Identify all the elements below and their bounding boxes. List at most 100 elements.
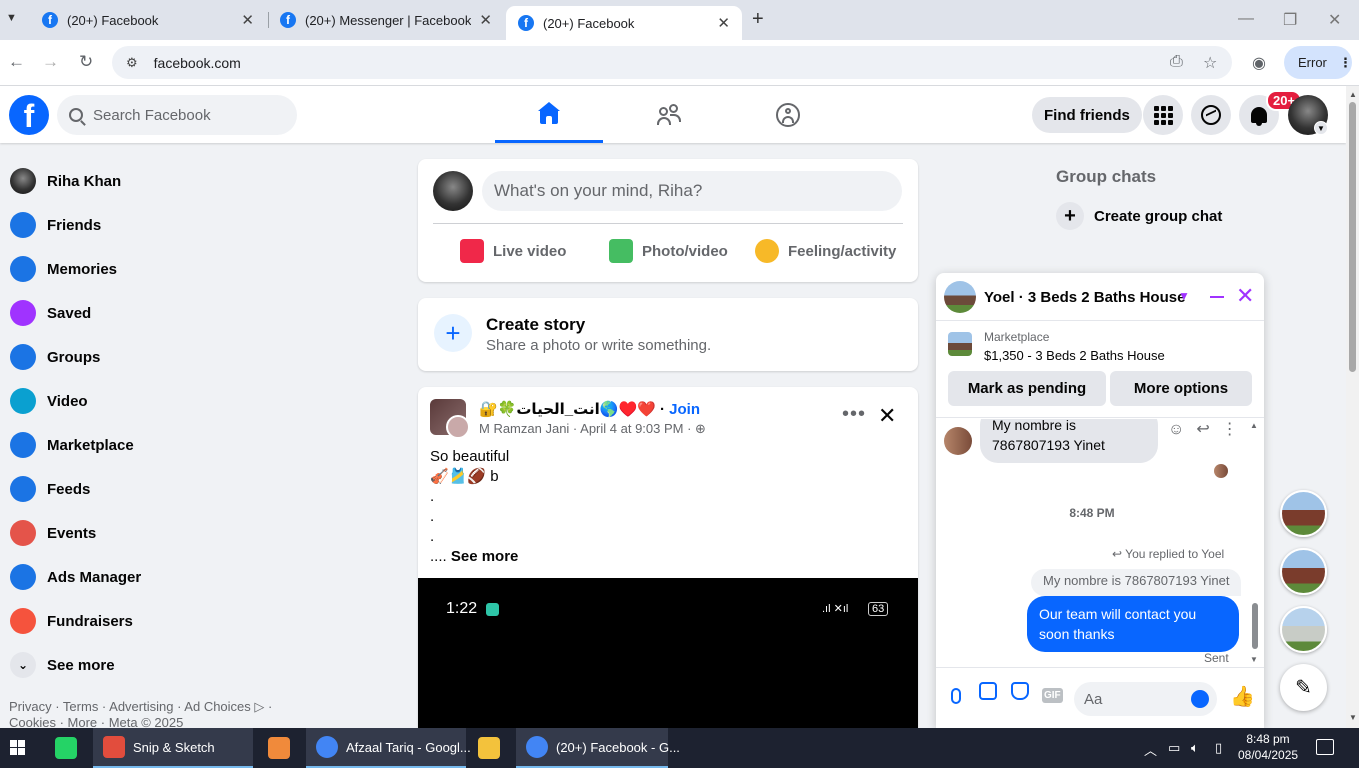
tab-friends[interactable] [615, 86, 723, 143]
menu-button[interactable] [1143, 95, 1183, 135]
error-button[interactable]: Error ⋮ [1284, 46, 1352, 79]
sidebar-item-events[interactable]: Events [0, 511, 300, 555]
sidebar-item-ads-manager[interactable]: Ads Manager [0, 555, 300, 599]
chat-head-bubble[interactable] [1280, 606, 1327, 653]
listing-title[interactable]: $1,350 - 3 Beds 2 Baths House [984, 348, 1165, 363]
tab-list-dropdown-icon[interactable]: ▼ [6, 12, 17, 24]
chat-avatar[interactable] [944, 281, 976, 313]
page-scrollbar[interactable]: ▲ ▼ [1346, 86, 1359, 728]
sidebar-item-fundraisers[interactable]: Fundraisers [0, 599, 300, 643]
author-avatar[interactable] [446, 415, 470, 439]
browser-tab-1[interactable]: f (20+) Facebook ✕ [30, 0, 266, 40]
incoming-message[interactable]: My nombre is 7867807193 Yinet [980, 419, 1158, 463]
whats-on-your-mind-input[interactable]: What's on your mind, Riha? [482, 171, 902, 211]
footer-links[interactable]: Privacy · Terms · Advertising · Ad Choic… [9, 699, 289, 731]
tab-groups[interactable] [734, 86, 842, 143]
tab-home[interactable] [495, 86, 603, 143]
sidebar-item-riha-khan[interactable]: Riha Khan [0, 159, 300, 203]
action-center-icon[interactable] [1316, 739, 1334, 755]
sidebar-item-memories[interactable]: Memories [0, 247, 300, 291]
mark-as-pending-button[interactable]: Mark as pending [948, 371, 1106, 406]
thumbs-up-icon[interactable]: 👍 [1230, 684, 1255, 709]
post-group-name[interactable]: 🔐🍀انت_الحيات🌎♥️❤️ · Join [479, 400, 700, 418]
message-input[interactable] [1084, 690, 1180, 708]
tab-close-icon[interactable]: ✕ [241, 11, 254, 29]
volume-icon[interactable]: 🔈︎ [1191, 740, 1199, 756]
taskbar-app-5[interactable] [468, 728, 508, 768]
show-hidden-icons-icon[interactable]: ︿ [1144, 740, 1157, 759]
site-info-icon[interactable]: ⚙ [126, 55, 138, 71]
post-author[interactable]: M Ramzan Jani [479, 421, 569, 436]
taskbar-app-3[interactable] [258, 728, 298, 768]
message-list[interactable]: My nombre is 7867807193 Yinet ☺↩⋮ 8:48 P… [936, 419, 1264, 667]
listing-thumbnail[interactable] [948, 332, 972, 356]
react-icon[interactable]: ☺ [1168, 421, 1196, 438]
minimize-chat-icon[interactable] [1210, 296, 1224, 298]
chat-head-bubble[interactable] [1280, 490, 1327, 537]
close-icon[interactable]: ✕ [878, 403, 896, 429]
chevron-down-icon[interactable]: ▼ [1314, 121, 1328, 135]
more-icon[interactable]: ⋮ [1222, 421, 1250, 438]
new-message-button[interactable]: ✎ [1280, 664, 1327, 711]
sidebar-item-saved[interactable]: Saved [0, 291, 300, 335]
sidebar-item-feeds[interactable]: Feeds [0, 467, 300, 511]
taskbar-app-4[interactable]: Afzaal Tariq - Googl... [306, 728, 471, 768]
microphone-icon[interactable] [951, 688, 961, 704]
messenger-button[interactable] [1191, 95, 1231, 135]
sidebar-item-marketplace[interactable]: Marketplace [0, 423, 300, 467]
profile-icon[interactable]: ◉ [1252, 53, 1266, 73]
search-input[interactable] [93, 106, 273, 124]
reload-icon[interactable]: ↻ [79, 52, 93, 72]
gif-icon[interactable]: GIF [1042, 688, 1063, 703]
network-icon[interactable]: ▭ [1168, 740, 1180, 756]
browser-menu-icon[interactable]: ⋮ [1339, 55, 1352, 71]
more-options-button[interactable]: More options [1110, 371, 1252, 406]
taskbar-app-2[interactable]: Snip & Sketch [93, 728, 253, 768]
address-bar[interactable]: ⚙ facebook.com [112, 46, 1232, 79]
restore-window-icon[interactable]: ❐ [1283, 10, 1297, 30]
scrollbar-thumb[interactable] [1349, 102, 1356, 372]
bookmark-star-icon[interactable]: ☆ [1203, 53, 1217, 73]
see-more-link[interactable]: See more [451, 548, 519, 565]
facebook-logo[interactable]: f [9, 95, 49, 135]
sidebar-item-friends[interactable]: Friends [0, 203, 300, 247]
minimize-window-icon[interactable]: — [1238, 10, 1254, 28]
new-tab-icon[interactable]: + [752, 8, 764, 31]
install-app-icon[interactable]: ⎙ [1170, 53, 1183, 71]
photo-attach-icon[interactable] [979, 682, 997, 700]
tab-close-icon[interactable]: ✕ [479, 11, 492, 29]
sidebar-item-video[interactable]: Video [0, 379, 300, 423]
scroll-down-icon[interactable]: ▼ [1349, 713, 1357, 722]
scroll-up-icon[interactable]: ▲ [1250, 421, 1258, 430]
browser-tab-2[interactable]: f (20+) Messenger | Facebook ✕ [268, 0, 504, 40]
chat-scrollbar[interactable] [1252, 603, 1258, 649]
chat-title[interactable]: Yoel · 3 Beds 2 Baths House [984, 289, 1185, 306]
tab-close-icon[interactable]: ✕ [717, 14, 730, 32]
feeling-activity-button[interactable]: Feeling/activity [755, 239, 896, 263]
browser-tab-3-active[interactable]: f (20+) Facebook ✕ [506, 6, 742, 40]
scroll-up-icon[interactable]: ▲ [1349, 90, 1357, 99]
chat-head-bubble[interactable] [1280, 548, 1327, 595]
photo-video-button[interactable]: Photo/video [609, 239, 728, 263]
system-clock[interactable]: 8:48 pm 08/04/2025 [1238, 731, 1298, 763]
start-button-icon[interactable] [10, 740, 25, 755]
close-window-icon[interactable]: ✕ [1328, 10, 1341, 30]
sticker-icon[interactable] [1011, 682, 1029, 700]
sidebar-item-see-more[interactable]: ⌄ See more [0, 643, 300, 687]
battery-icon[interactable]: ▯ [1215, 740, 1222, 756]
group-name[interactable]: 🔐🍀انت_الحيات🌎♥️❤️ [479, 401, 656, 418]
live-video-button[interactable]: Live video [460, 239, 566, 263]
reply-icon[interactable]: ↩ [1196, 421, 1221, 438]
scroll-down-icon[interactable]: ▼ [1250, 655, 1258, 664]
taskbar-app-6[interactable]: (20+) Facebook - G... [516, 728, 680, 768]
create-group-chat-button[interactable]: + Create group chat [1056, 202, 1222, 230]
chevron-down-icon[interactable]: ▼ [1178, 289, 1190, 303]
chat-header[interactable]: Yoel · 3 Beds 2 Baths House ▼ ✕ [936, 273, 1264, 321]
quoted-message[interactable]: My nombre is 7867807193 Yinet [1031, 569, 1242, 596]
search-box[interactable] [57, 95, 297, 135]
sidebar-item-groups[interactable]: Groups [0, 335, 300, 379]
close-chat-icon[interactable]: ✕ [1236, 285, 1254, 307]
outgoing-message[interactable]: Our team will contact you soon thanks [1027, 596, 1239, 652]
join-link[interactable]: Join [669, 401, 700, 418]
back-icon[interactable]: ← [8, 52, 25, 72]
